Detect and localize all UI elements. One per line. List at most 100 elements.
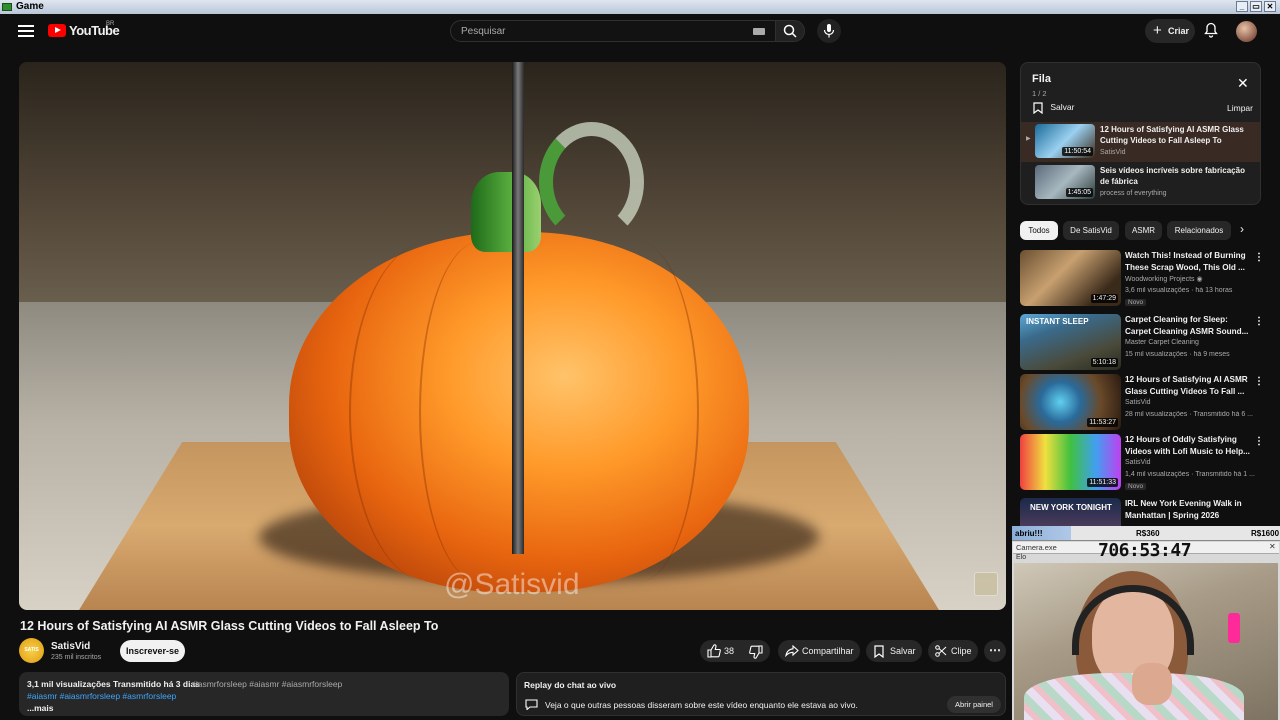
share-label: Compartilhar [802,646,854,656]
related-thumbnail: 11:51:33 [1020,434,1121,490]
chip-asmr[interactable]: ASMR [1125,221,1162,240]
more-vertical-icon[interactable]: ⋮ [1254,376,1264,387]
chat-replay-box: Replay do chat ao vivo Veja o que outras… [516,672,1006,716]
bookmark-icon [874,645,884,658]
more-actions-button[interactable]: ⋯ [984,640,1006,662]
related-title: 12 Hours of Oddly Satisfying Videos with… [1125,435,1250,456]
queue-duration: 11:50:54 [1062,147,1093,156]
webcam-person-hand [1132,663,1172,705]
chevron-right-icon[interactable]: › [1240,222,1244,236]
goal-target: R$1600 [1251,529,1280,538]
verified-icon: ◉ [1196,276,1203,283]
more-vertical-icon[interactable]: ⋮ [1254,252,1264,263]
user-avatar[interactable] [1236,21,1257,42]
search-input[interactable] [451,21,731,42]
related-thumbnail: NEW YORK TONIGHT [1020,498,1121,526]
related-title: 12 Hours of Satisfying AI ASMR Glass Cut… [1125,375,1248,396]
close-queue-icon[interactable]: ✕ [1237,75,1249,92]
chat-replay-heading: Replay do chat ao vivo [524,680,617,690]
queue-clear-button[interactable]: Limpar [1227,103,1253,113]
queue-item-title: Seis vídeos incríveis sobre fabricação d… [1100,166,1245,186]
clip-button[interactable]: Clipe [928,640,978,662]
new-badge: Novo [1125,483,1147,490]
queue-item-channel: process of everything [1100,190,1167,197]
voice-search-button[interactable] [817,19,841,43]
clip-label: Clipe [951,646,972,656]
share-button[interactable]: Compartilhar [778,640,860,662]
queue-save-button[interactable]: Salvar [1033,102,1074,115]
video-title: 12 Hours of Satisfying AI ASMR Glass Cut… [20,619,439,633]
open-panel-button[interactable]: Abrir painel [947,696,1001,713]
like-icon[interactable] [707,644,721,658]
dislike-icon[interactable] [749,645,763,659]
save-label: Salvar [890,646,916,656]
queue-item[interactable]: 1:45:05 Seis vídeos incríveis sobre fabr… [1021,163,1260,203]
view-count: 3,1 mil visualizações Transmitido há 3 d… [27,679,200,689]
video-player[interactable]: @Satisvid [19,62,1006,610]
save-button[interactable]: Salvar [866,640,922,662]
camera-subtitle: Elo [1016,554,1027,561]
queue-title: Fila [1032,73,1051,85]
subscribe-button[interactable]: Inscrever-se [120,640,185,662]
app-icon [2,3,12,11]
window-titlebar: Game _ ▭ ✕ [0,0,1280,14]
queue-item[interactable]: ▶ 11:50:54 12 Hours of Satisfying AI ASM… [1021,122,1260,162]
description-box[interactable]: 3,1 mil visualizações Transmitido há 3 d… [19,672,509,716]
more-vertical-icon[interactable]: ⋮ [1254,436,1264,447]
show-more-link[interactable]: ...mais [27,703,53,713]
minimize-button[interactable]: _ [1236,1,1248,12]
stream-overlay: abriu!!! R$360 R$1600 Camera.exe ✕ Elo 7… [1012,526,1280,720]
plus-icon: + [1153,22,1162,39]
keyboard-icon[interactable] [753,28,765,35]
hashtags-line1[interactable]: #asmrforsleep #aiasmr #aiasmrforsleep [193,679,342,689]
channel-avatar[interactable]: SATIS [19,638,44,663]
search-icon [783,24,797,38]
related-thumbnail: 11:53:27 [1020,374,1121,430]
related-channel-name: Woodworking Projects [1125,276,1195,283]
related-duration: 11:53:27 [1087,418,1118,427]
youtube-logo-icon[interactable] [48,24,66,37]
related-duration: 1:47:29 [1090,294,1118,303]
related-channel: Master Carpet Cleaning [1125,339,1199,346]
channel-watermark-icon[interactable] [974,572,998,596]
related-thumbnail: INSTANT SLEEP 5:10:18 [1020,314,1121,370]
more-vertical-icon[interactable]: ⋮ [1254,316,1264,327]
related-video[interactable]: 11:53:27 12 Hours of Satisfying AI ASMR … [1020,374,1268,432]
close-window-button[interactable]: ✕ [1264,1,1276,12]
yt-header: YouTube BR + Criar [0,14,1280,48]
related-video[interactable]: INSTANT SLEEP 5:10:18 Carpet Cleaning fo… [1020,314,1268,372]
menu-icon[interactable] [18,25,34,37]
related-title: Carpet Cleaning for Sleep: Carpet Cleani… [1125,315,1249,336]
camera-close-icon[interactable]: ✕ [1269,542,1276,551]
related-video[interactable]: NEW YORK TONIGHT IRL New York Evening Wa… [1020,498,1268,526]
video-watermark: @Satisvid [444,568,580,601]
like-dislike-group: 38 [700,640,770,662]
notifications-bell-icon[interactable] [1204,22,1220,40]
related-meta: 15 mil visualizações · há 9 meses [1125,351,1230,358]
hashtags-line2[interactable]: #aiasmr #aiasmrforsleep #asmrforsleep [27,691,176,701]
more-horizontal-icon: ⋯ [989,643,1001,657]
related-channel: SatisVid [1125,459,1151,466]
related-channel: Woodworking Projects ◉ [1125,275,1203,283]
share-icon [785,645,799,657]
chip-related[interactable]: Relacionados [1167,221,1231,240]
channel-name[interactable]: SatisVid [51,641,90,652]
search-box [450,20,776,42]
pumpkin-rib [579,242,699,582]
create-label: Criar [1168,26,1190,36]
queue-duration: 1:45:05 [1065,188,1093,197]
related-duration: 5:10:18 [1090,358,1118,367]
related-video[interactable]: 1:47:29 Watch This! Instead of Burning T… [1020,250,1268,308]
bookmark-icon [1033,102,1043,115]
chip-all[interactable]: Todos [1020,221,1058,240]
webcam-view [1014,563,1278,720]
chip-channel[interactable]: De SatisVid [1063,221,1119,240]
related-meta: 3,6 mil visualizações · há 13 horas [1125,287,1233,294]
related-video[interactable]: 11:51:33 12 Hours of Oddly Satisfying Vi… [1020,434,1268,492]
create-button[interactable]: + Criar [1145,19,1195,43]
webcam-object [1228,613,1240,643]
search-button[interactable] [775,20,805,42]
related-duration: 11:51:33 [1087,478,1118,487]
goal-user: abriu!!! [1015,529,1043,538]
maximize-button[interactable]: ▭ [1250,1,1262,12]
